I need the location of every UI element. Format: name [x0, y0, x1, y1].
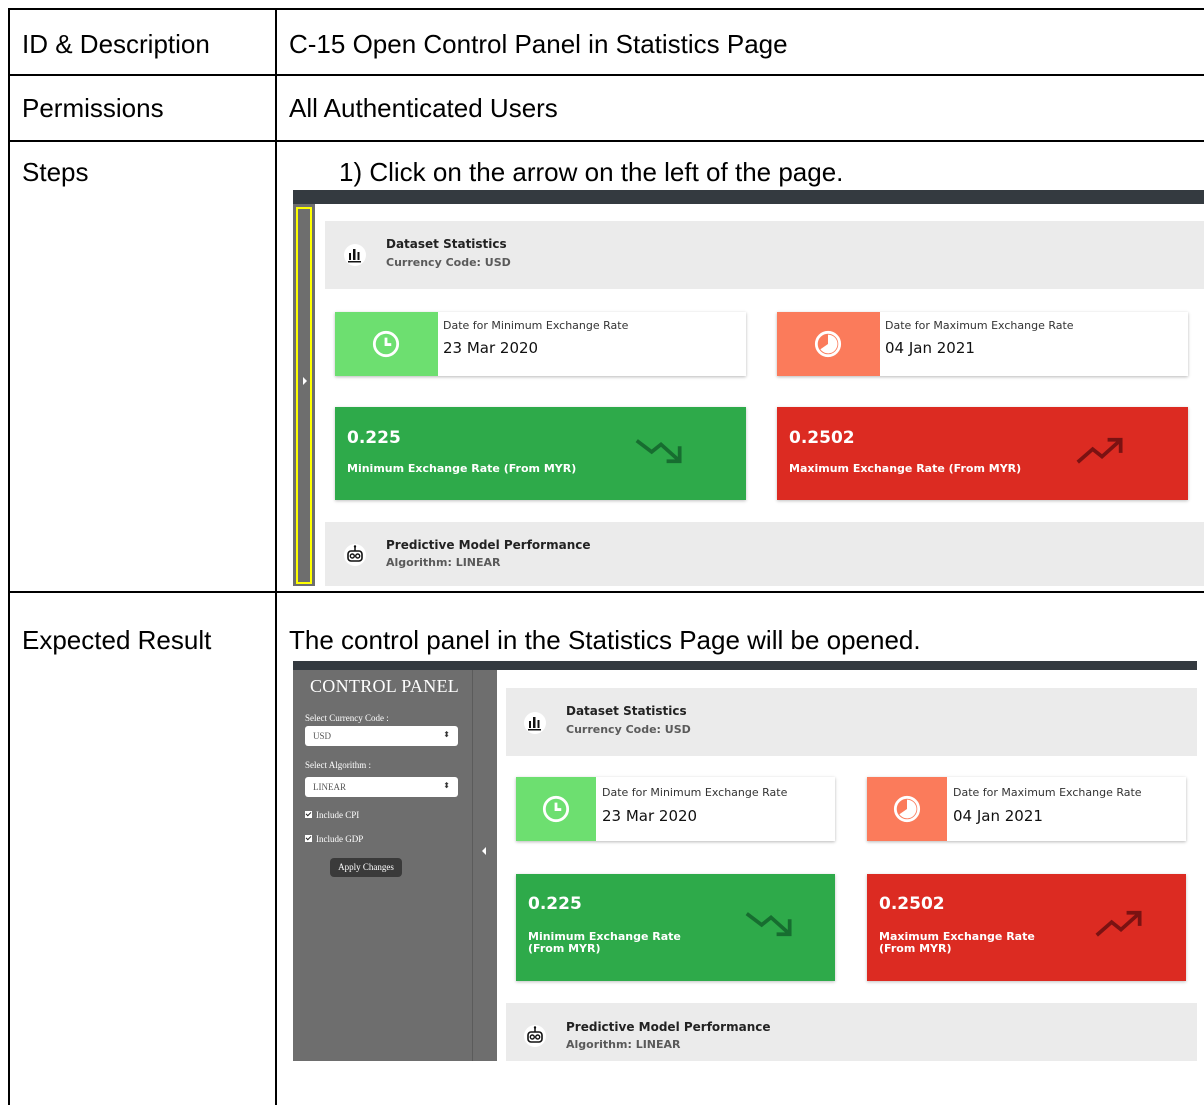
max-date-card: Date for Maximum Exchange Rate 04 Jan 20…	[777, 312, 1188, 376]
dataset-statistics-header: Dataset Statistics Currency Code: USD	[325, 221, 1204, 289]
clock-filled-icon	[814, 330, 842, 358]
min-date-value: 23 Mar 2020	[443, 339, 539, 357]
currency-select-label: Select Currency Code :	[305, 713, 389, 723]
max-date-icon-panel	[777, 312, 880, 376]
min-rate-label-line2: (From MYR)	[528, 942, 601, 955]
apply-changes-button[interactable]: Apply Changes	[330, 858, 402, 877]
screenshot-expected: CONTROL PANEL Select Currency Code : USD…	[293, 661, 1197, 1061]
dataset-statistics-title: Dataset Statistics	[566, 704, 687, 718]
row-value-permissions: All Authenticated Users	[289, 93, 558, 123]
checkbox-checked-icon[interactable]	[305, 811, 312, 818]
top-navbar	[293, 661, 1197, 670]
model-performance-header: Predictive Model Performance Algorithm: …	[325, 522, 1204, 586]
table-row-divider	[8, 74, 1204, 76]
trending-up-icon	[1076, 437, 1123, 464]
max-date-value: 04 Jan 2021	[953, 807, 1043, 825]
max-rate-card: 0.2502 Maximum Exchange Rate (From MYR)	[867, 874, 1186, 981]
trending-down-icon	[745, 912, 792, 937]
min-rate-value: 0.225	[347, 428, 401, 448]
max-date-label: Date for Maximum Exchange Rate	[885, 319, 1074, 332]
robot-icon	[524, 1025, 546, 1047]
max-date-card: Date for Maximum Exchange Rate 04 Jan 20…	[867, 777, 1186, 841]
row-value-id: C-15 Open Control Panel in Statistics Pa…	[289, 29, 788, 59]
currency-code-subtitle: Currency Code: USD	[566, 723, 691, 736]
max-rate-value: 0.2502	[879, 894, 945, 914]
algorithm-select[interactable]: LINEAR ⬍	[305, 777, 458, 797]
model-performance-title: Predictive Model Performance	[566, 1020, 771, 1034]
row-label-id: ID & Description	[22, 29, 210, 59]
include-cpi-label: Include CPI	[316, 810, 360, 820]
row-label-permissions: Permissions	[22, 93, 164, 123]
model-performance-header: Predictive Model Performance Algorithm: …	[506, 1003, 1197, 1061]
checkbox-checked-icon[interactable]	[305, 835, 312, 842]
row-value-steps: 1) Click on the arrow on the left of the…	[339, 157, 844, 187]
include-cpi-checkbox[interactable]: Include CPI	[305, 810, 359, 820]
control-panel: CONTROL PANEL Select Currency Code : USD…	[293, 670, 473, 1061]
algorithm-select-value: LINEAR	[313, 782, 346, 792]
select-arrows-icon: ⬍	[443, 730, 450, 739]
algorithm-select-label: Select Algorithm :	[305, 760, 371, 770]
max-rate-value: 0.2502	[789, 428, 855, 448]
currency-code-subtitle: Currency Code: USD	[386, 256, 511, 269]
max-date-icon-panel	[867, 777, 947, 841]
screenshot-steps: Dataset Statistics Currency Code: USD Da…	[293, 190, 1204, 586]
table-border-top	[8, 8, 1204, 10]
table-row-divider	[8, 140, 1204, 142]
sidebar-highlight-box	[296, 207, 312, 584]
max-rate-label-line2: (From MYR)	[879, 942, 952, 955]
clock-filled-icon	[893, 795, 921, 823]
min-date-icon-panel	[516, 777, 596, 841]
min-rate-value: 0.225	[528, 894, 582, 914]
robot-icon	[344, 544, 366, 566]
trending-up-icon	[1095, 910, 1142, 937]
min-date-value: 23 Mar 2020	[602, 807, 698, 825]
min-date-card: Date for Minimum Exchange Rate 23 Mar 20…	[516, 777, 835, 841]
collapse-arrow-icon[interactable]	[482, 847, 486, 855]
min-rate-card: 0.225 Minimum Exchange Rate (From MYR)	[516, 874, 835, 981]
algorithm-subtitle: Algorithm: LINEAR	[566, 1038, 681, 1051]
clock-icon	[372, 330, 400, 358]
include-gdp-checkbox[interactable]: Include GDP	[305, 834, 363, 844]
min-rate-label: Minimum Exchange Rate (From MYR)	[347, 462, 577, 475]
select-arrows-icon: ⬍	[443, 781, 450, 790]
min-date-label: Date for Minimum Exchange Rate	[443, 319, 629, 332]
expand-arrow-icon[interactable]	[303, 377, 307, 385]
table-column-divider	[275, 8, 277, 1105]
min-date-card: Date for Minimum Exchange Rate 23 Mar 20…	[335, 312, 746, 376]
row-label-expected: Expected Result	[22, 625, 212, 655]
bar-chart-icon	[344, 244, 366, 266]
collapse-sidebar-strip[interactable]	[473, 670, 497, 1061]
dataset-statistics-title: Dataset Statistics	[386, 237, 507, 251]
model-performance-title: Predictive Model Performance	[386, 538, 591, 552]
control-panel-title: CONTROL PANEL	[310, 676, 460, 696]
max-date-label: Date for Maximum Exchange Rate	[953, 786, 1142, 799]
trending-down-icon	[635, 439, 682, 464]
clock-icon	[542, 795, 570, 823]
algorithm-subtitle: Algorithm: LINEAR	[386, 556, 501, 569]
top-navbar	[293, 190, 1204, 204]
max-date-value: 04 Jan 2021	[885, 339, 975, 357]
max-rate-card: 0.2502 Maximum Exchange Rate (From MYR)	[777, 407, 1188, 500]
currency-select[interactable]: USD ⬍	[305, 726, 458, 746]
min-date-icon-panel	[335, 312, 438, 376]
min-rate-card: 0.225 Minimum Exchange Rate (From MYR)	[335, 407, 746, 500]
currency-select-value: USD	[313, 731, 332, 741]
min-date-label: Date for Minimum Exchange Rate	[602, 786, 788, 799]
row-label-steps: Steps	[22, 157, 89, 187]
include-gdp-label: Include GDP	[316, 834, 364, 844]
bar-chart-icon	[524, 712, 546, 734]
row-value-expected: The control panel in the Statistics Page…	[289, 625, 921, 655]
table-border-left	[8, 8, 10, 1105]
table-row-divider	[8, 591, 1204, 593]
max-rate-label: Maximum Exchange Rate (From MYR)	[789, 462, 1022, 475]
dataset-statistics-header: Dataset Statistics Currency Code: USD	[506, 688, 1197, 756]
